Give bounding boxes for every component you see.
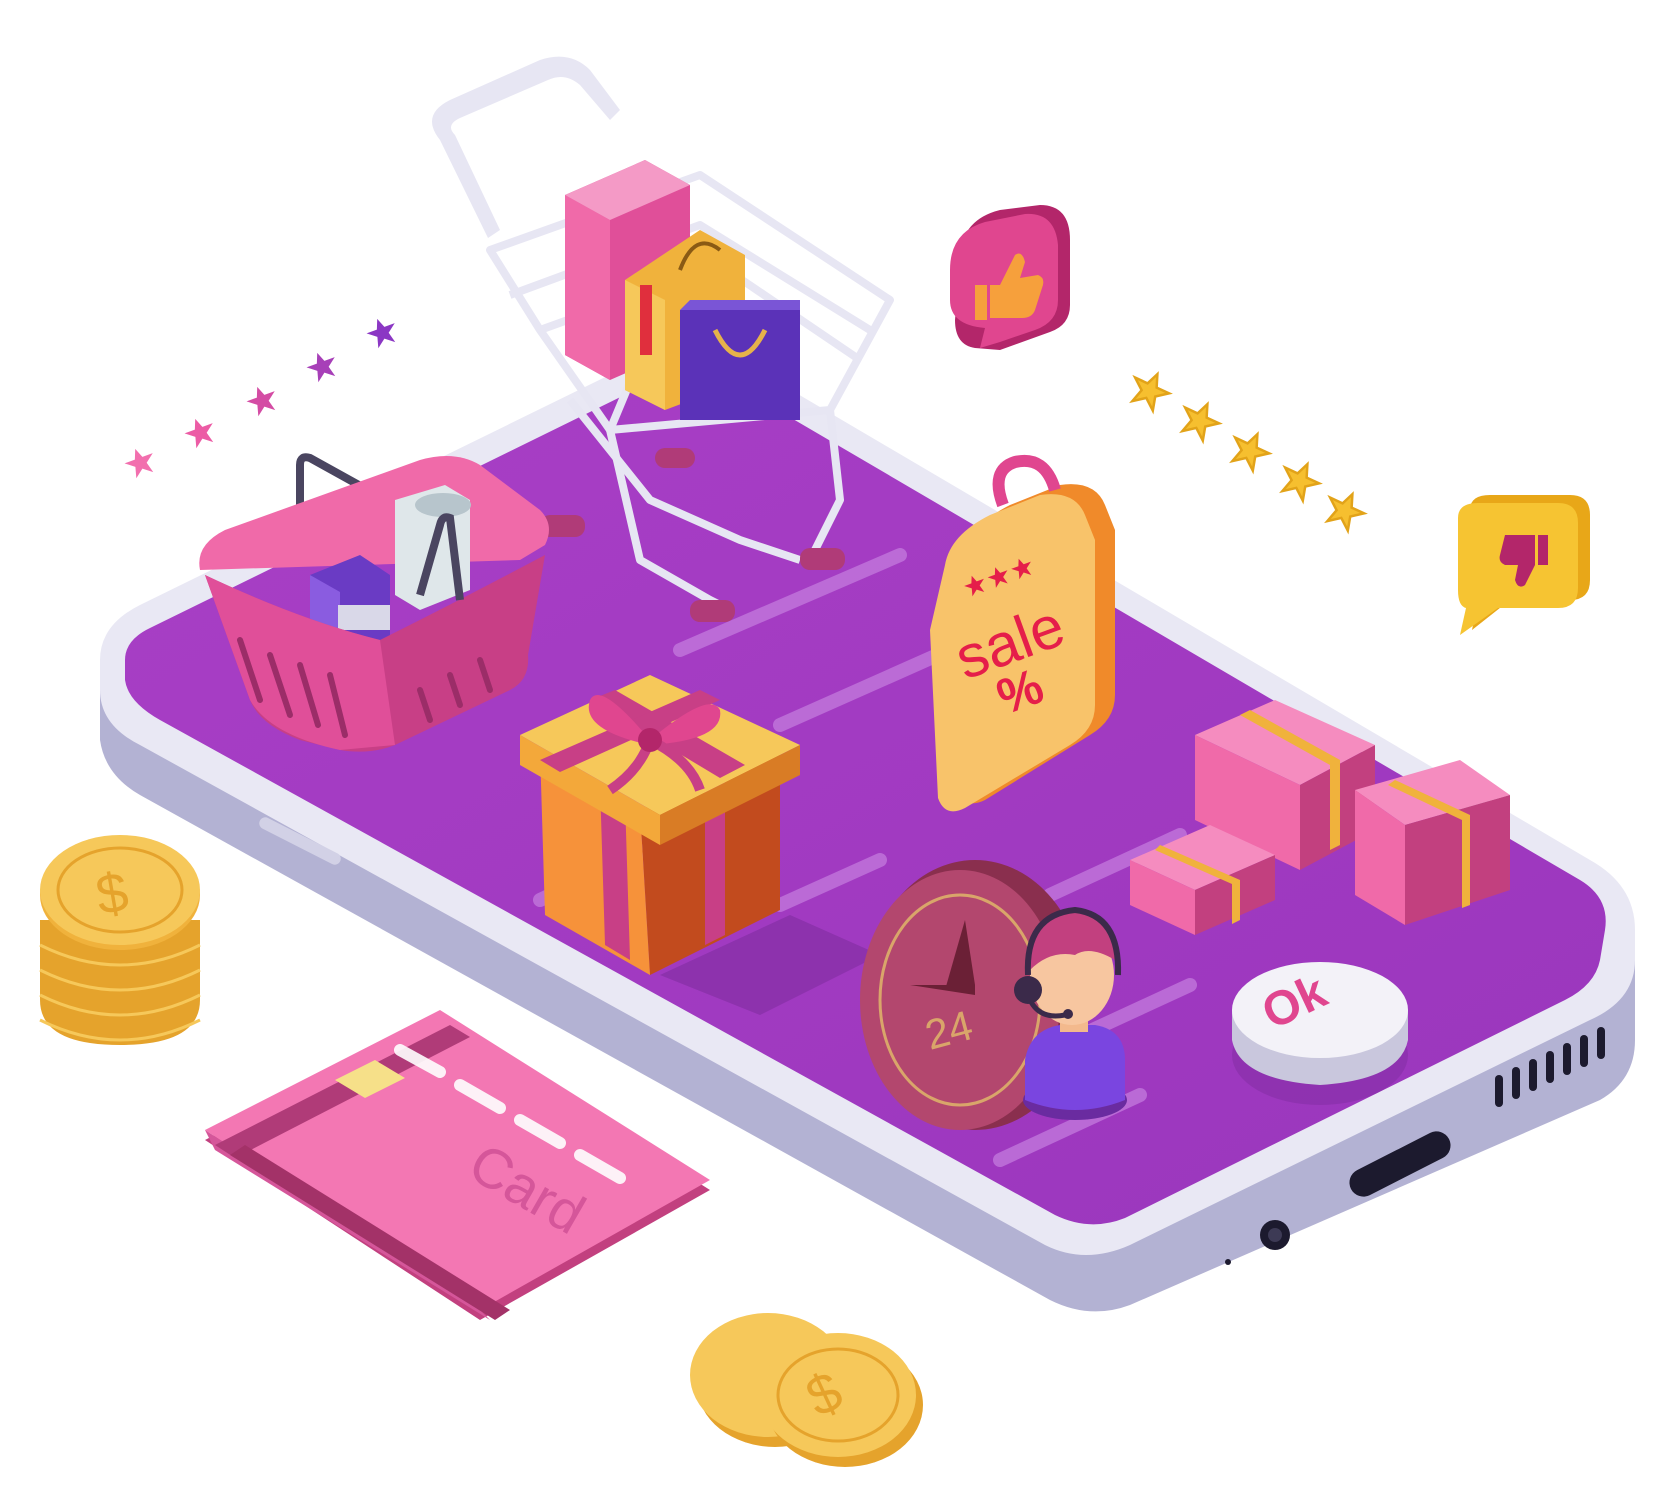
star-icon [1274,454,1326,506]
coin-stack-icon: $ [39,835,201,1045]
coin-icon: $ [39,835,201,1045]
star-icon [303,347,341,385]
star-icon [181,413,219,451]
phone-mic-hole [1225,1259,1231,1265]
star-icon [243,381,281,419]
rating-stars-left [121,313,401,481]
star-icon [1124,364,1176,416]
star-icon [121,443,159,481]
coins-bottom: $ [690,1313,923,1467]
thumbs-up-icon [950,205,1070,350]
ecommerce-illustration: sale % 24 Ok $ $ Card [39,56,1635,1467]
ok-button[interactable]: Ok [1232,962,1408,1105]
star-icon [363,313,401,351]
star-icon [1319,484,1371,536]
coin-icon: $ [760,1333,923,1467]
rating-stars-right [1124,364,1371,536]
thumbs-down-icon [1458,495,1590,635]
star-icon [1224,424,1276,476]
star-icon [1174,394,1226,446]
